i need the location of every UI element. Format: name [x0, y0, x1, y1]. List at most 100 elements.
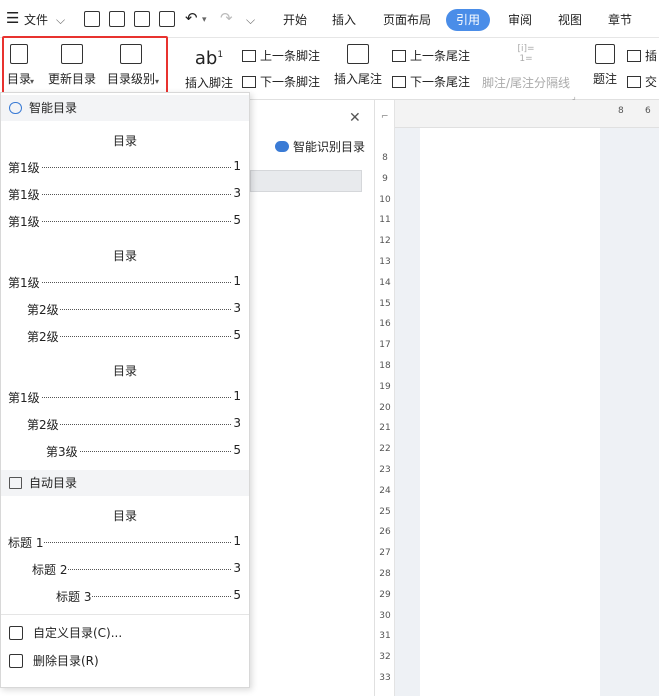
toc-panel-item[interactable]	[250, 170, 362, 192]
auto-toc-header-label: 自动目录	[29, 476, 78, 490]
toc-line: 第1级 1	[8, 389, 241, 406]
tab-chapter[interactable]: 章节	[606, 9, 634, 31]
tab-view[interactable]: 视图	[556, 9, 584, 31]
ruler-tick: 23	[379, 465, 391, 475]
ruler-tick: 29	[379, 589, 391, 600]
tab-references[interactable]: 引用	[446, 9, 491, 31]
toc-line: 第3级 5	[46, 443, 241, 460]
cross-short-label: 交	[645, 75, 658, 89]
smart-recognize-label: 智能识别目录	[293, 140, 366, 154]
undo-icon[interactable]: ↶	[185, 8, 198, 28]
insert-footnote-button[interactable]: ab1 插入脚注	[183, 44, 235, 91]
page-margin	[600, 128, 659, 696]
ruler-tick: 25	[379, 506, 391, 517]
ruler-tick: 33	[379, 673, 391, 683]
next-endnote-label: 下一条尾注	[410, 75, 471, 89]
toc-line: 第2级 5	[27, 328, 241, 345]
toc-line: 第2级 3	[27, 416, 241, 433]
caption-button[interactable]: 题注	[590, 44, 620, 87]
redo-icon: ↷	[220, 9, 233, 27]
document-page[interactable]	[420, 128, 600, 696]
tab-home[interactable]: 开始	[281, 9, 309, 31]
ruler-tick: 22	[379, 444, 391, 455]
ruler-tick: 24	[379, 485, 391, 496]
next-footnote-label: 下一条脚注	[260, 75, 321, 89]
ruler-tick: 9	[382, 173, 388, 184]
menu-divider	[1, 614, 249, 615]
custom-toc-icon	[9, 626, 23, 640]
save-icon[interactable]	[84, 11, 100, 27]
next-endnote-icon	[392, 76, 406, 88]
ruler-tick: 18	[379, 361, 391, 371]
file-menu[interactable]: 文件	[24, 10, 48, 30]
print-preview-icon[interactable]	[159, 11, 175, 27]
toc-line: 第1级 1	[8, 274, 241, 291]
smart-recognize-button[interactable]: 智能识别目录	[275, 138, 365, 155]
ruler-tick: 19	[379, 381, 391, 392]
tab-review[interactable]: 审阅	[506, 9, 534, 31]
print-icon[interactable]	[134, 11, 150, 27]
separator-label: 脚注/尾注分隔线	[481, 76, 571, 90]
ruler-tick: 28	[379, 569, 391, 579]
undo-dropdown-icon[interactable]: ▾	[202, 10, 207, 30]
close-icon[interactable]: ✕	[349, 110, 361, 126]
smart-toc-header: 智能目录	[1, 95, 249, 121]
ruler-tick: 26	[379, 527, 391, 538]
next-footnote-button[interactable]: 下一条脚注	[242, 73, 320, 90]
smart-toc-header-label: 智能目录	[29, 101, 78, 115]
cross-reference-button[interactable]: 交	[627, 73, 657, 90]
caption-icon	[595, 44, 615, 64]
toc-side-panel: ✕ 智能识别目录	[250, 100, 375, 696]
prev-endnote-label: 上一条尾注	[410, 49, 471, 63]
toc-template-title: 目录	[112, 249, 137, 263]
ruler-tick: 17	[379, 340, 391, 351]
figure-list-icon	[627, 50, 641, 62]
ruler-tick: 6	[645, 106, 651, 116]
footnote-ab-icon: ab1	[194, 48, 224, 69]
toc-line: 第1级 5	[8, 213, 241, 230]
next-footnote-icon	[242, 76, 256, 88]
more-icon[interactable]: ⌵	[246, 10, 255, 30]
toc-line: 标题 23	[32, 561, 241, 578]
custom-toc-menu-item[interactable]: 自定义目录(C)...	[1, 620, 249, 646]
smart-ai-icon	[275, 141, 289, 152]
ruler-tick: 14	[379, 277, 391, 288]
prev-endnote-icon	[392, 50, 406, 62]
endnote-icon	[347, 44, 369, 64]
prev-footnote-button[interactable]: 上一条脚注	[242, 47, 320, 64]
insert-short-label: 插	[645, 49, 658, 63]
ruler-tick: 13	[379, 257, 391, 267]
cross-reference-icon	[627, 76, 641, 88]
horizontal-ruler: 8 6	[395, 100, 659, 128]
ruler-tick: 15	[379, 298, 391, 309]
prev-endnote-button[interactable]: 上一条尾注	[392, 47, 470, 64]
toc-line: 标题 11	[8, 534, 241, 551]
chevron-down-icon[interactable]: ⌵	[56, 10, 65, 30]
ruler-tick: 27	[379, 548, 391, 559]
next-endnote-button[interactable]: 下一条尾注	[392, 73, 470, 90]
ruler-tick: 21	[379, 423, 391, 434]
auto-toc-header: 自动目录	[1, 470, 249, 496]
insert-endnote-button[interactable]: 插入尾注	[332, 44, 384, 87]
insert-footnote-label: 插入脚注	[184, 76, 233, 90]
custom-toc-label: 自定义目录(C)...	[33, 626, 123, 640]
ruler-tick: 12	[379, 236, 391, 247]
tab-insert[interactable]: 插入	[330, 9, 358, 31]
separator-button: [i]= 1= 脚注/尾注分隔线	[480, 44, 572, 91]
prev-footnote-label: 上一条脚注	[260, 49, 321, 63]
delete-toc-label: 删除目录(R)	[33, 654, 99, 668]
top-bar: ☰ 文件 ⌵ ↶ ▾ ↷ ⌵ 开始 插入 页面布局 引用 审阅 视图 章节	[0, 0, 659, 38]
delete-toc-menu-item[interactable]: 删除目录(R)	[1, 648, 249, 674]
caption-label: 题注	[592, 72, 617, 86]
tab-page-layout[interactable]: 页面布局	[381, 9, 433, 31]
toc-dropdown-menu: 智能目录 目录 第1级 1 第1级 3 第1级 5 目录 第1级 1 第2级 3 第2级 5…	[0, 92, 250, 688]
prev-footnote-icon	[242, 50, 256, 62]
toc-line: 第2级 3	[27, 301, 241, 318]
highlight-box	[2, 36, 168, 94]
insert-table-of-figures-button[interactable]: 插	[627, 47, 657, 64]
ruler-tick: 10	[379, 194, 391, 205]
export-icon[interactable]	[109, 11, 125, 27]
hamburger-menu-icon[interactable]: ☰	[6, 8, 19, 28]
ruler-tick: 20	[379, 402, 391, 413]
toc-line: 标题 35	[56, 588, 241, 605]
